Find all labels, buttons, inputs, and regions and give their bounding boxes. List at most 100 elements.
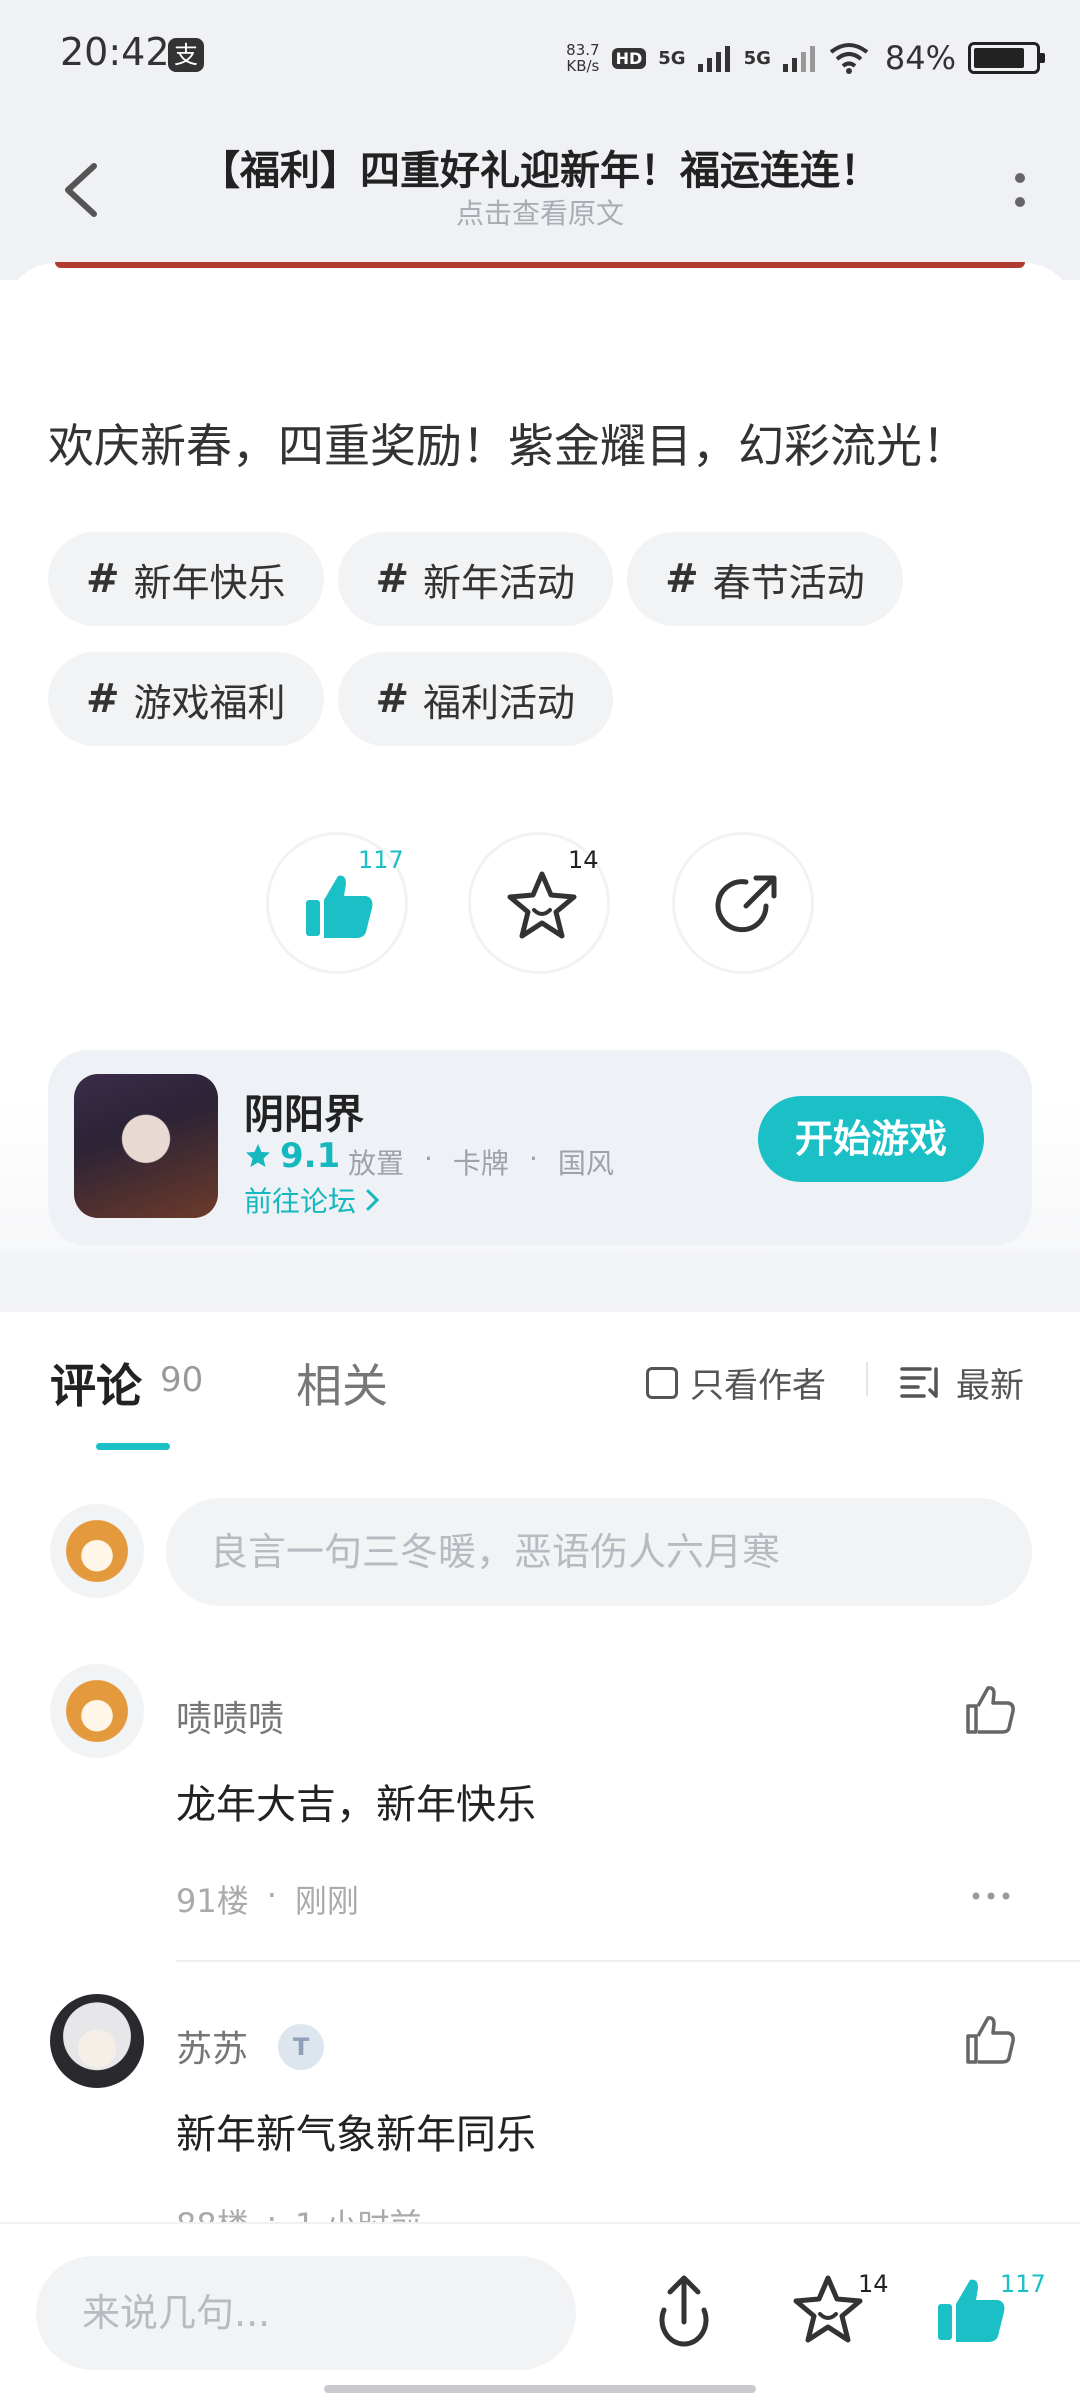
star-icon <box>507 871 577 939</box>
tag-list: # 新年快乐 # 新年活动 # 春节活动 # 游戏福利 # 福利活动 <box>48 532 1048 746</box>
hd-badge: HD <box>611 47 647 69</box>
star-filled-icon <box>246 1144 270 1167</box>
hash-icon: # <box>665 556 699 602</box>
bottom-like-count: 117 <box>1000 2270 1046 2298</box>
wifi-icon <box>829 43 869 74</box>
network-speed-value: 83.7 <box>566 41 600 59</box>
start-game-button[interactable]: 开始游戏 <box>758 1096 984 1182</box>
status-bar: 20:42 支 83.7 KB/s HD 5G 5G 84% <box>0 0 1080 110</box>
comment-time: 刚刚 <box>294 1882 359 1920</box>
network-speed: 83.7 KB/s <box>566 42 599 74</box>
game-rating: 9.1 <box>244 1136 340 1176</box>
star-icon <box>793 2275 863 2343</box>
game-name: 阴阳界 <box>244 1092 364 1138</box>
more-vertical-icon <box>1015 173 1025 207</box>
game-icon <box>74 1074 218 1218</box>
comment-text: 新年新气象新年同乐 <box>176 2112 536 2158</box>
commenter-avatar[interactable] <box>50 1664 144 1758</box>
status-time: 20:42 <box>60 30 170 74</box>
genre-separator: · <box>424 1142 433 1175</box>
comment-like-button[interactable] <box>962 2012 1018 2068</box>
author-only-toggle[interactable]: 只看作者 <box>646 1358 826 1407</box>
page-title: 【福利】四重好礼迎新年！福运连连！ <box>200 148 880 194</box>
forum-link[interactable]: 前往论坛 <box>244 1180 382 1220</box>
comment-more-button[interactable] <box>966 1886 1016 1906</box>
genre-tag: 放置 <box>348 1147 405 1180</box>
tag-chip[interactable]: # 新年活动 <box>337 532 614 626</box>
comment-input[interactable]: 良言一句三冬暖，恶语伤人六月寒 <box>166 1498 1032 1606</box>
toolbar-separator <box>866 1362 868 1396</box>
share-icon <box>715 875 777 933</box>
commenter-name[interactable]: 啧啧啧 <box>176 1690 284 1742</box>
top-bar: 【福利】四重好礼迎新年！福运连连！ 点击查看原文 <box>0 110 1080 280</box>
battery-percent: 84% <box>884 39 956 77</box>
comment-divider <box>176 1960 1080 1962</box>
thumbs-up-icon <box>306 875 373 938</box>
favorite-count: 14 <box>568 846 599 874</box>
post-intro: 欢庆新春，四重奖励！紫金耀目，幻彩流光！ <box>48 419 968 473</box>
active-tab-indicator <box>96 1443 170 1450</box>
thumbs-up-outline-icon <box>966 1686 1015 1734</box>
sort-label: 最新 <box>956 1366 1024 1406</box>
more-options-button[interactable] <box>990 150 1050 230</box>
back-button[interactable] <box>50 150 110 230</box>
current-user-avatar <box>50 1504 144 1598</box>
home-indicator[interactable] <box>324 2385 756 2393</box>
sort-toggle[interactable]: 最新 <box>900 1358 1024 1407</box>
more-horizontal-icon <box>972 1892 1010 1900</box>
alipay-icon: 支 <box>168 38 204 72</box>
comment-meta: 91楼 · 刚刚 <box>176 1876 359 1922</box>
battery-fill <box>974 48 1024 68</box>
game-genres: 放置 · 卡牌 · 国风 <box>348 1142 614 1182</box>
bottom-favorite-count: 14 <box>858 2270 889 2298</box>
meta-dot: · <box>266 1876 277 1914</box>
favorite-button[interactable] <box>788 2270 868 2350</box>
tab-comments[interactable]: 评论 <box>50 1350 142 1416</box>
network-speed-unit: KB/s <box>566 57 600 75</box>
tag-label: 福利活动 <box>423 680 576 725</box>
comment-count: 90 <box>160 1360 204 1400</box>
share-button[interactable] <box>644 2270 724 2350</box>
comment-floor: 91楼 <box>176 1882 249 1920</box>
genre-tag: 卡牌 <box>452 1147 509 1180</box>
tag-chip[interactable]: # 新年快乐 <box>48 532 324 626</box>
tag-chip[interactable]: # 游戏福利 <box>48 652 324 746</box>
sort-icon <box>900 1366 938 1398</box>
app-root: { "status_bar": { "time": "20:42", "pay_… <box>0 0 1080 2400</box>
like-count: 117 <box>358 846 404 874</box>
game-card[interactable]: 阴阳界 9.1 放置 · 卡牌 · 国风 前往论坛 开始游戏 <box>48 1050 1032 1246</box>
forum-link-label: 前往论坛 <box>244 1185 357 1218</box>
genre-tag: 国风 <box>557 1147 614 1180</box>
view-original-link[interactable]: 点击查看原文 <box>150 192 930 232</box>
section-divider <box>0 1250 1080 1304</box>
author-only-checkbox[interactable] <box>646 1366 678 1399</box>
chevron-right-icon <box>366 1189 380 1211</box>
sim1-signal-label: 5G <box>658 47 686 69</box>
tag-chip[interactable]: # 春节活动 <box>627 532 903 626</box>
author-only-label: 只看作者 <box>690 1366 826 1406</box>
upload-share-icon <box>659 2275 709 2347</box>
genre-separator: · <box>528 1142 538 1175</box>
tab-related[interactable]: 相关 <box>296 1350 388 1416</box>
rating-value: 9.1 <box>280 1136 341 1176</box>
hash-icon: # <box>86 556 120 602</box>
tag-label: 新年快乐 <box>133 560 286 605</box>
battery-icon <box>968 42 1045 74</box>
sim1-signal-icon <box>697 46 730 72</box>
share-button[interactable] <box>672 832 814 974</box>
reply-input[interactable]: 来说几句... <box>36 2256 576 2370</box>
hash-icon: # <box>375 556 410 602</box>
thumbs-up-outline-icon <box>966 2016 1015 2064</box>
commenter-avatar[interactable] <box>50 1994 144 2088</box>
tag-label: 春节活动 <box>712 560 865 605</box>
chevron-left-icon <box>65 163 97 217</box>
sim2-signal-label: 5G <box>743 47 771 69</box>
commenter-name[interactable]: 苏苏 <box>176 2020 248 2072</box>
tag-chip[interactable]: # 福利活动 <box>337 652 614 746</box>
user-level-badge-icon: T <box>278 2024 324 2070</box>
status-icons: 83.7 KB/s HD 5G 5G 84% <box>566 30 1045 86</box>
comment-like-button[interactable] <box>962 1682 1018 1738</box>
bottom-action-bar: 来说几句... 14 117 <box>0 2222 1080 2400</box>
banner-image-edge <box>55 262 1025 268</box>
hash-icon: # <box>375 676 410 722</box>
